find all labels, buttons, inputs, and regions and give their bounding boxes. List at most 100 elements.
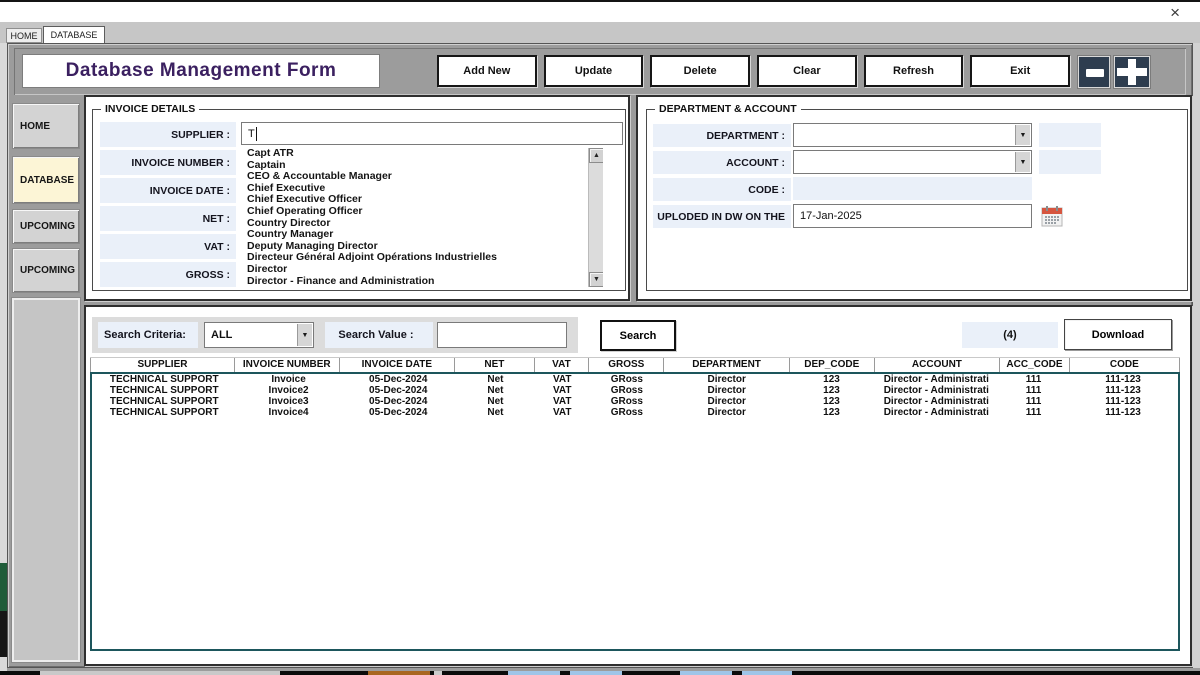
sidebar-blank-panel <box>12 298 80 662</box>
table-cell: 111-123 <box>1068 407 1178 418</box>
table-cell: 123 <box>789 396 874 407</box>
column-header-code[interactable]: CODE <box>1070 358 1180 372</box>
table-row[interactable]: TECHNICAL SUPPORTInvoice05-Dec-2024NetVA… <box>92 374 1178 385</box>
uploaded-date-input[interactable]: 17-Jan-2025 <box>793 204 1032 228</box>
invoice-field-label-5: GROSS : <box>100 262 236 287</box>
sheet-tab-home[interactable]: HOME <box>6 28 42 43</box>
invoice-field-label-4: VAT : <box>100 234 236 259</box>
sheet-tab-database[interactable]: DATABASE <box>43 26 105 43</box>
department-account-card: DEPARTMENT & ACCOUNT DEPARTMENT : ▼ ACCO… <box>636 95 1192 301</box>
calendar-icon[interactable] <box>1041 205 1063 227</box>
table-cell: 111 <box>999 407 1069 418</box>
sidebar-item-database-1[interactable]: DATABASE <box>12 156 80 204</box>
table-cell: 05-Dec-2024 <box>341 374 456 385</box>
header-button-update[interactable]: Update <box>544 55 644 87</box>
table-cell: Director <box>664 396 789 407</box>
table-cell: Director - Administrati <box>874 407 999 418</box>
supplier-input-value: T <box>248 128 255 140</box>
column-header-vat[interactable]: VAT <box>535 358 590 372</box>
supplier-list-item[interactable]: Country Manager <box>241 229 588 241</box>
table-cell: 123 <box>789 385 874 396</box>
table-row[interactable]: TECHNICAL SUPPORTInvoice305-Dec-2024NetV… <box>92 396 1178 407</box>
column-header-net[interactable]: NET <box>455 358 535 372</box>
background-sliver <box>434 671 442 675</box>
header-button-add-new[interactable]: Add New <box>437 55 537 87</box>
table-cell: 123 <box>789 374 874 385</box>
supplier-list-item[interactable]: Director - Finance and Administration <box>241 276 588 287</box>
scroll-up-icon[interactable]: ▲ <box>589 148 603 163</box>
header-button-delete[interactable]: Delete <box>650 55 750 87</box>
column-header-supplier[interactable]: SUPPLIER <box>90 358 235 372</box>
table-cell: Net <box>456 396 535 407</box>
chevron-down-icon[interactable]: ▼ <box>1015 125 1030 145</box>
column-header-acc_code[interactable]: ACC_CODE <box>1000 358 1070 372</box>
minimize-icon-button[interactable] <box>1078 56 1110 88</box>
background-sliver <box>40 671 280 675</box>
search-value-input[interactable] <box>437 322 567 348</box>
close-icon[interactable]: × <box>1170 3 1180 23</box>
result-count-badge: (4) <box>962 322 1058 348</box>
search-criteria-combobox[interactable]: ALL ▼ <box>204 322 314 348</box>
table-cell: 05-Dec-2024 <box>341 396 456 407</box>
sidebar-item-upcoming-2[interactable]: UPCOMING <box>12 209 80 244</box>
table-cell: 05-Dec-2024 <box>341 385 456 396</box>
window-titlebar: × <box>0 0 1200 22</box>
table-cell: Director <box>664 385 789 396</box>
account-display-box <box>1039 150 1101 174</box>
department-combobox[interactable]: ▼ <box>793 123 1032 147</box>
chevron-down-icon[interactable]: ▼ <box>297 324 312 346</box>
results-table-header: SUPPLIERINVOICE NUMBERINVOICE DATENETVAT… <box>90 357 1180 372</box>
code-field <box>793 177 1032 200</box>
sheet-tabstrip: HOME DATABASE <box>0 22 1200 43</box>
table-cell: GRoss <box>589 385 664 396</box>
column-header-account[interactable]: ACCOUNT <box>875 358 1000 372</box>
scroll-down-icon[interactable]: ▼ <box>589 272 603 287</box>
table-cell: 111-123 <box>1068 396 1178 407</box>
table-cell: VAT <box>535 374 589 385</box>
supplier-input[interactable]: T <box>241 122 623 145</box>
background-sliver <box>508 671 560 675</box>
column-header-department[interactable]: DEPARTMENT <box>664 358 789 372</box>
header-button-exit[interactable]: Exit <box>970 55 1070 87</box>
invoice-field-label-1: INVOICE NUMBER : <box>100 150 236 175</box>
supplier-list-item[interactable]: Capt ATR <box>241 148 588 160</box>
uploaded-date-label: UPLODED IN DW ON THE <box>653 205 791 228</box>
invoice-details-legend: INVOICE DETAILS <box>101 103 199 115</box>
column-header-gross[interactable]: GROSS <box>589 358 664 372</box>
table-cell: Director <box>664 407 789 418</box>
header-button-clear[interactable]: Clear <box>757 55 857 87</box>
chevron-down-icon[interactable]: ▼ <box>1015 152 1030 172</box>
department-label: DEPARTMENT : <box>653 124 791 147</box>
download-button[interactable]: Download <box>1064 319 1172 350</box>
table-row[interactable]: TECHNICAL SUPPORTInvoice405-Dec-2024NetV… <box>92 407 1178 418</box>
table-cell: Invoice2 <box>236 385 340 396</box>
supplier-list-item[interactable]: Chief Operating Officer <box>241 206 588 218</box>
expand-icon-button[interactable] <box>1114 56 1150 88</box>
page-title: Database Management Form <box>22 54 380 88</box>
table-cell: Director - Administrati <box>874 385 999 396</box>
supplier-list-item[interactable]: Directeur Général Adjoint Opérations Ind… <box>241 252 588 264</box>
table-cell: Director - Administrati <box>874 396 999 407</box>
column-header-invoice number[interactable]: INVOICE NUMBER <box>235 358 340 372</box>
table-cell: Net <box>456 385 535 396</box>
column-header-dep_code[interactable]: DEP_CODE <box>790 358 875 372</box>
department-account-legend: DEPARTMENT & ACCOUNT <box>655 103 801 115</box>
supplier-suggestion-list: Capt ATRCaptainCEO & Accountable Manager… <box>241 148 603 287</box>
supplier-list-scrollbar[interactable]: ▲ ▼ <box>588 148 603 287</box>
supplier-list-item[interactable]: Director <box>241 264 588 276</box>
table-cell: Invoice <box>236 374 340 385</box>
table-cell: VAT <box>535 385 589 396</box>
table-cell: GRoss <box>589 396 664 407</box>
search-button[interactable]: Search <box>600 320 676 351</box>
sidebar-item-home-0[interactable]: HOME <box>12 103 80 149</box>
table-cell: 111 <box>999 374 1069 385</box>
header-button-refresh[interactable]: Refresh <box>864 55 964 87</box>
search-criteria-label: Search Criteria: <box>98 322 198 348</box>
account-combobox[interactable]: ▼ <box>793 150 1032 174</box>
column-header-invoice date[interactable]: INVOICE DATE <box>340 358 456 372</box>
background-sliver <box>680 671 732 675</box>
table-cell: 05-Dec-2024 <box>341 407 456 418</box>
sidebar-item-upcoming-3[interactable]: UPCOMING <box>12 248 80 293</box>
table-row[interactable]: TECHNICAL SUPPORTInvoice205-Dec-2024NetV… <box>92 385 1178 396</box>
table-cell: 123 <box>789 407 874 418</box>
